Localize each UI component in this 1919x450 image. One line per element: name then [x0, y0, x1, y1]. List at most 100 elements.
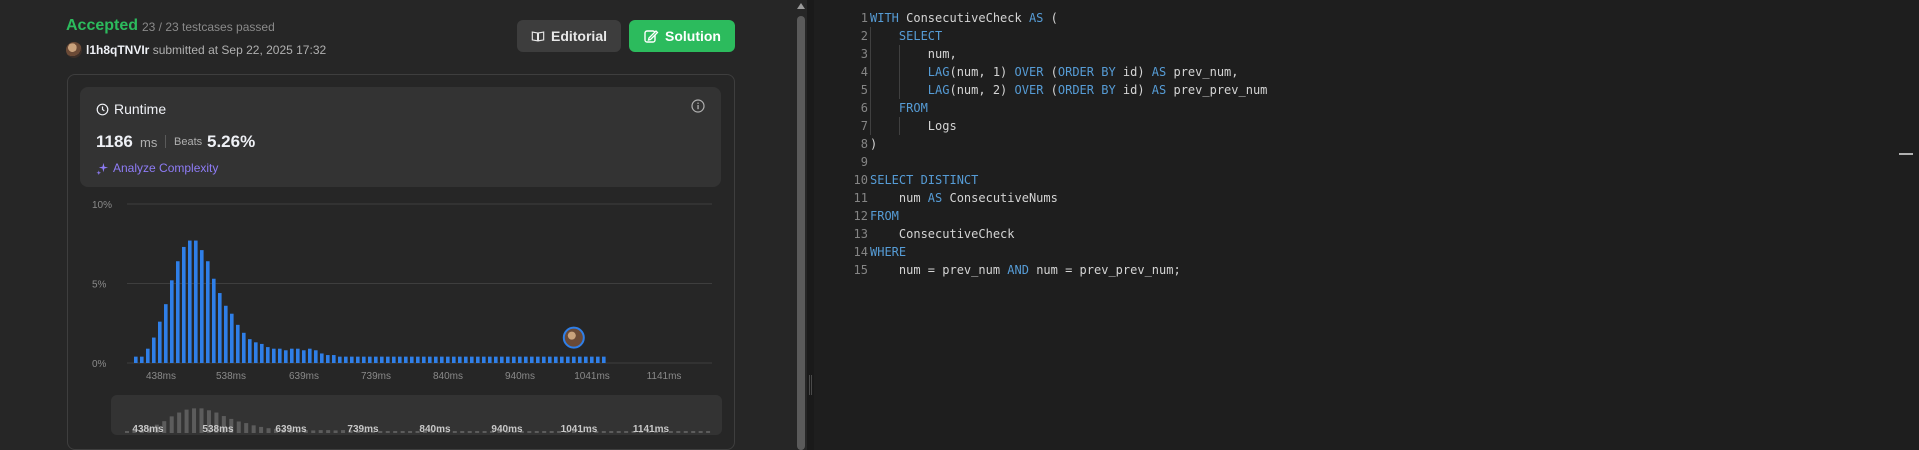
mini-bar — [266, 428, 271, 433]
chart-bar — [434, 356, 438, 363]
code-keyword: OVER — [1014, 83, 1044, 97]
code-text: FROM — [870, 207, 899, 225]
code-keyword: WITH — [870, 11, 899, 25]
mini-bar — [408, 431, 413, 433]
scrollbar-thumb[interactable] — [797, 16, 805, 450]
line-number: 15 — [853, 263, 868, 277]
mini-bar — [125, 431, 129, 433]
mini-bar — [706, 431, 711, 433]
chart-bar — [386, 356, 390, 363]
chart-bar — [494, 356, 498, 363]
panel-scrollbar[interactable] — [795, 0, 807, 450]
line-number: 8 — [860, 137, 868, 151]
solution-label: Solution — [665, 28, 721, 44]
chart-bar — [470, 356, 474, 363]
chart-bar — [428, 356, 432, 363]
chart-bar — [188, 240, 192, 363]
code-token: prev_prev_num — [1166, 83, 1268, 97]
code-token: Logs — [870, 119, 957, 133]
chart-bar — [212, 278, 216, 363]
code-editor[interactable]: 1 WITH ConsecutiveCheck AS (2 SELECT 3 num… — [814, 0, 1919, 450]
info-icon[interactable] — [691, 99, 705, 113]
chart-bar — [152, 337, 156, 363]
chart-bar — [446, 356, 450, 363]
line-number: 14 — [853, 245, 868, 259]
code-keyword: AND — [1007, 263, 1029, 277]
chart-bar — [602, 356, 606, 363]
splitter-grip-icon[interactable] — [809, 375, 812, 395]
submitter-info: l1h8qTNVIr submitted at Sep 22, 2025 17:… — [86, 43, 326, 57]
chart-bar — [548, 356, 552, 363]
chart-bar — [500, 356, 504, 363]
mini-bar — [475, 431, 480, 433]
chart-bar — [338, 356, 342, 363]
code-token: ( — [1043, 11, 1058, 25]
mini-x-tick-label: 1041ms — [561, 424, 598, 435]
line-number: 7 — [860, 119, 868, 133]
mini-bar — [482, 431, 487, 433]
code-token: (num, 1) — [949, 65, 1015, 79]
mini-bar — [527, 431, 532, 433]
chart-bar — [452, 356, 456, 363]
chart-bar — [596, 356, 600, 363]
username-link[interactable]: l1h8qTNVIr — [86, 43, 149, 57]
chart-bar — [134, 356, 138, 363]
mini-bar — [624, 431, 629, 433]
x-tick-label: 538ms — [216, 371, 246, 382]
editorial-button[interactable]: Editorial — [517, 20, 621, 52]
solution-button[interactable]: Solution — [629, 20, 735, 52]
mini-x-tick-label: 538ms — [202, 424, 234, 435]
chart-bar — [140, 356, 144, 363]
line-number: 2 — [860, 29, 868, 43]
mini-bar — [549, 431, 554, 433]
line-number: 1 — [860, 11, 868, 25]
line-number: 5 — [860, 83, 868, 97]
scroll-up-arrow-icon[interactable] — [797, 3, 805, 9]
mini-x-tick-label: 940ms — [491, 424, 523, 435]
code-token: id) — [1115, 83, 1152, 97]
chart-bar — [290, 348, 294, 363]
chart-bar — [242, 332, 246, 363]
submitted-time: submitted at Sep 22, 2025 17:32 — [152, 43, 327, 57]
chart-bar — [422, 356, 426, 363]
code-text: SELECT DISTINCT — [870, 171, 978, 189]
pane-splitter[interactable] — [807, 0, 814, 450]
beats-value: 5.26% — [207, 132, 256, 151]
chart-bar — [278, 348, 282, 363]
beats-label: Beats — [174, 136, 203, 148]
chart-bar — [536, 356, 540, 363]
chart-bar — [512, 356, 516, 363]
runtime-title: Runtime — [96, 101, 166, 117]
divider — [165, 135, 166, 148]
chart-bar — [506, 356, 510, 363]
chart-bar — [362, 356, 366, 363]
mini-bar — [259, 426, 264, 433]
chart-bar — [326, 355, 330, 363]
mini-distribution-chart[interactable]: 438ms 538ms 639ms 739ms 840ms 940ms 1041ms 1141… — [111, 395, 722, 435]
analyze-complexity-button[interactable]: Analyze Complexity — [96, 161, 218, 175]
code-token: num, — [870, 47, 957, 61]
code-text: num, — [870, 45, 957, 63]
code-token: ( — [1043, 65, 1058, 79]
chart-bar — [584, 356, 588, 363]
mini-bar — [177, 412, 182, 433]
y-tick-label: 5% — [92, 280, 107, 291]
chart-bar — [440, 356, 444, 363]
chart-bar — [554, 356, 558, 363]
runtime-distribution-chart[interactable]: 10% 5% 0% 438ms 538ms 639ms 739ms 840ms 940ms 104… — [80, 195, 730, 385]
line-number: 10 — [853, 173, 868, 187]
code-keyword: FROM — [870, 209, 899, 223]
chart-bar — [320, 353, 324, 363]
x-tick-label: 840ms — [433, 371, 463, 382]
avatar[interactable] — [66, 42, 82, 58]
x-tick-label: 940ms — [505, 371, 535, 382]
line-number: 11 — [853, 191, 868, 205]
mini-bar — [698, 431, 703, 433]
mini-bar — [691, 431, 696, 433]
chart-bar — [218, 293, 222, 363]
minimap-cursor-marker — [1899, 153, 1913, 155]
chart-bar — [272, 348, 276, 363]
chart-bar — [248, 339, 252, 363]
